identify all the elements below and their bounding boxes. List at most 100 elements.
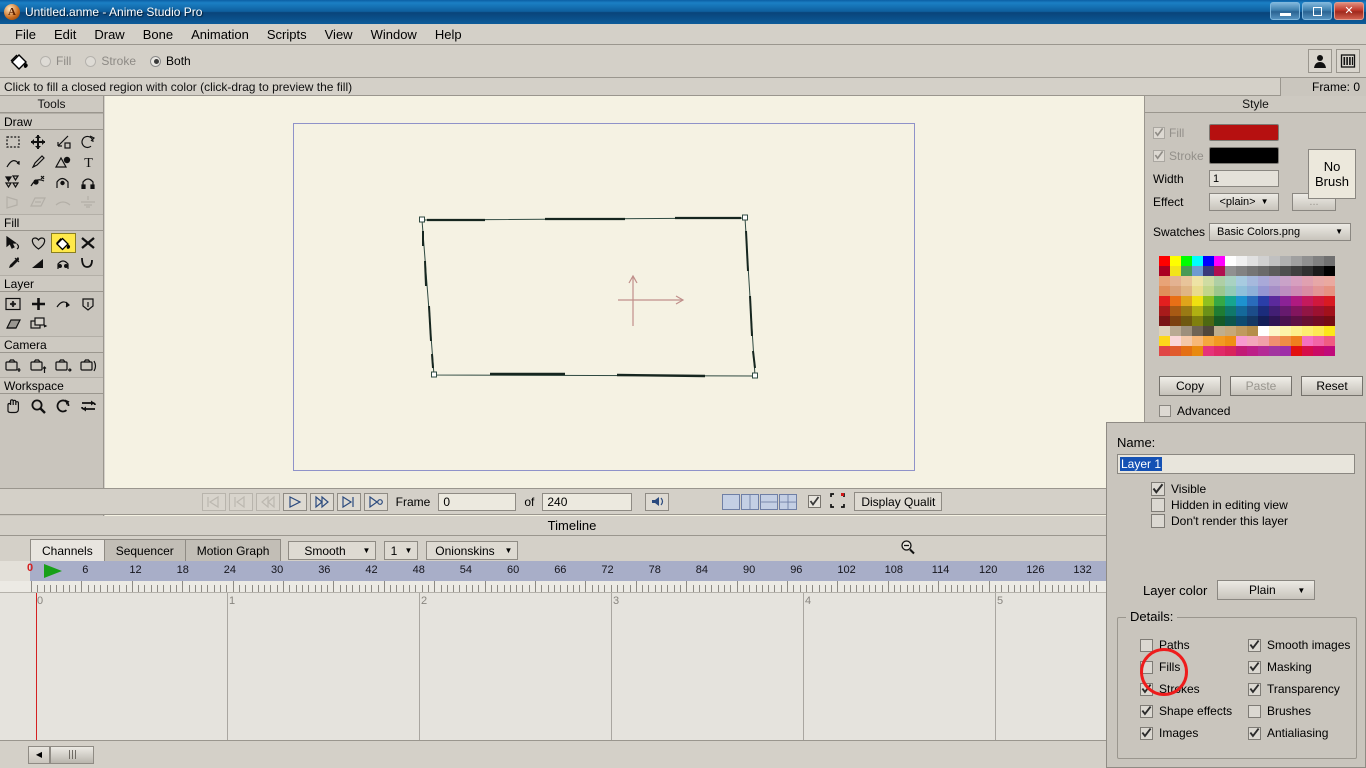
fill-checkbox[interactable]	[1153, 126, 1165, 139]
color-swatch[interactable]	[1324, 296, 1335, 306]
detail-shape-effects[interactable]: Shape effects	[1140, 700, 1248, 722]
color-swatch[interactable]	[1159, 346, 1170, 356]
menu-item-animation[interactable]: Animation	[182, 25, 258, 44]
layout-single-view[interactable]	[722, 493, 741, 510]
color-swatch[interactable]	[1181, 326, 1192, 336]
color-swatch[interactable]	[1203, 286, 1214, 296]
no-brush-button[interactable]: No Brush	[1308, 149, 1356, 199]
display-quality-button[interactable]: Display Qualit	[854, 492, 943, 511]
total-frames-input[interactable]	[542, 492, 633, 511]
layout-two-column-view[interactable]	[741, 493, 760, 510]
create-shape-tool[interactable]	[26, 233, 51, 253]
color-swatch[interactable]	[1203, 256, 1214, 266]
close-button[interactable]: ✕	[1334, 2, 1364, 20]
color-swatch[interactable]	[1225, 306, 1236, 316]
color-swatch[interactable]	[1324, 336, 1335, 346]
timeline-channel-area[interactable]: 0 1 2 3 4 5	[0, 593, 1144, 740]
color-swatch[interactable]	[1225, 266, 1236, 276]
color-swatch[interactable]	[1302, 266, 1313, 276]
color-swatch[interactable]	[1247, 306, 1258, 316]
fast-forward-button[interactable]	[309, 492, 334, 511]
color-swatch[interactable]	[1214, 286, 1225, 296]
color-swatch[interactable]	[1280, 276, 1291, 286]
color-swatch[interactable]	[1203, 266, 1214, 276]
color-swatch[interactable]	[1170, 256, 1181, 266]
color-swatch[interactable]	[1302, 276, 1313, 286]
color-swatch[interactable]	[1225, 336, 1236, 346]
color-swatch[interactable]	[1258, 286, 1269, 296]
detail-masking[interactable]: Masking	[1248, 656, 1366, 678]
color-swatch[interactable]	[1313, 296, 1324, 306]
color-swatch[interactable]	[1280, 316, 1291, 326]
color-swatch[interactable]	[1159, 266, 1170, 276]
interpolation-dropdown[interactable]: Smooth ▼	[288, 541, 377, 560]
color-swatch[interactable]	[1214, 336, 1225, 346]
color-swatch[interactable]	[1192, 276, 1203, 286]
layer-rotate-xy-tool[interactable]	[76, 294, 101, 314]
color-swatch[interactable]	[1280, 336, 1291, 346]
color-swatch[interactable]	[1280, 296, 1291, 306]
color-swatch[interactable]	[1258, 276, 1269, 286]
mode-radio-fill[interactable]: Fill	[40, 54, 71, 68]
timeline-playhead[interactable]	[36, 593, 37, 740]
color-swatch[interactable]	[1214, 326, 1225, 336]
detail-smooth-images[interactable]: Smooth images	[1248, 634, 1366, 656]
width-input[interactable]	[1209, 170, 1279, 187]
eyedropper-tool[interactable]	[1, 253, 26, 273]
color-swatch[interactable]	[1258, 326, 1269, 336]
color-swatch[interactable]	[1258, 346, 1269, 356]
color-swatch[interactable]	[1236, 306, 1247, 316]
timeline-ruler[interactable]: 6 12 18 24 30 36 42 48 54 60 66 72 78 84 90 96 102 108 114…	[0, 561, 1144, 581]
color-swatch[interactable]	[1159, 286, 1170, 296]
color-swatch[interactable]	[1181, 316, 1192, 326]
color-swatch[interactable]	[1280, 266, 1291, 276]
color-swatch[interactable]	[1269, 346, 1280, 356]
color-swatch[interactable]	[1203, 346, 1214, 356]
color-swatch[interactable]	[1203, 296, 1214, 306]
color-swatch[interactable]	[1324, 346, 1335, 356]
text-tool[interactable]: T	[76, 152, 101, 172]
color-swatch[interactable]	[1302, 316, 1313, 326]
fill-color-swatch[interactable]	[1209, 124, 1279, 141]
magnet-tool[interactable]	[1, 172, 26, 192]
color-swatch[interactable]	[1313, 316, 1324, 326]
jump-to-end-button[interactable]	[363, 492, 388, 511]
scroll-thumb[interactable]	[50, 745, 94, 764]
color-swatch[interactable]	[1225, 326, 1236, 336]
effect-dropdown[interactable]: <plain> ▼	[1209, 192, 1279, 211]
paint-bucket-tool[interactable]	[51, 233, 76, 253]
frame-input[interactable]	[438, 492, 517, 511]
color-swatch[interactable]	[1302, 336, 1313, 346]
layer-rotate-z-tool[interactable]	[51, 294, 76, 314]
color-swatch[interactable]	[1203, 326, 1214, 336]
add-point-tool[interactable]	[26, 152, 51, 172]
onionskins-dropdown[interactable]: Onionskins ▼	[426, 541, 519, 560]
color-swatch[interactable]	[1236, 286, 1247, 296]
pan-tilt-camera-tool[interactable]	[76, 355, 101, 375]
layout-two-row-view[interactable]	[760, 493, 779, 510]
zoom-workspace-tool[interactable]	[26, 396, 51, 416]
menu-item-draw[interactable]: Draw	[85, 25, 133, 44]
mode-radio-stroke[interactable]: Stroke	[85, 54, 136, 68]
pan-workspace-tool[interactable]	[1, 396, 26, 416]
menu-item-view[interactable]: View	[316, 25, 362, 44]
layout-quad-view[interactable]	[779, 493, 798, 510]
color-swatch[interactable]	[1203, 306, 1214, 316]
reset-button[interactable]: Reset	[1301, 376, 1363, 396]
detail-transparency[interactable]: Transparency	[1248, 678, 1366, 700]
color-swatch[interactable]	[1280, 256, 1291, 266]
color-swatch[interactable]	[1236, 296, 1247, 306]
color-swatch[interactable]	[1258, 336, 1269, 346]
color-swatch[interactable]	[1291, 296, 1302, 306]
hide-edge-fill-tool[interactable]	[76, 253, 101, 273]
copy-button[interactable]: Copy	[1159, 376, 1221, 396]
color-swatch[interactable]	[1181, 346, 1192, 356]
color-swatch[interactable]	[1236, 256, 1247, 266]
color-swatch[interactable]	[1291, 286, 1302, 296]
stroke-color-swatch[interactable]	[1209, 147, 1279, 164]
color-swatch[interactable]	[1214, 296, 1225, 306]
color-swatch[interactable]	[1302, 346, 1313, 356]
delete-shape-tool[interactable]	[76, 233, 101, 253]
track-camera-tool[interactable]	[1, 355, 26, 375]
timeline-tab-motion-graph[interactable]: Motion Graph	[184, 539, 282, 561]
